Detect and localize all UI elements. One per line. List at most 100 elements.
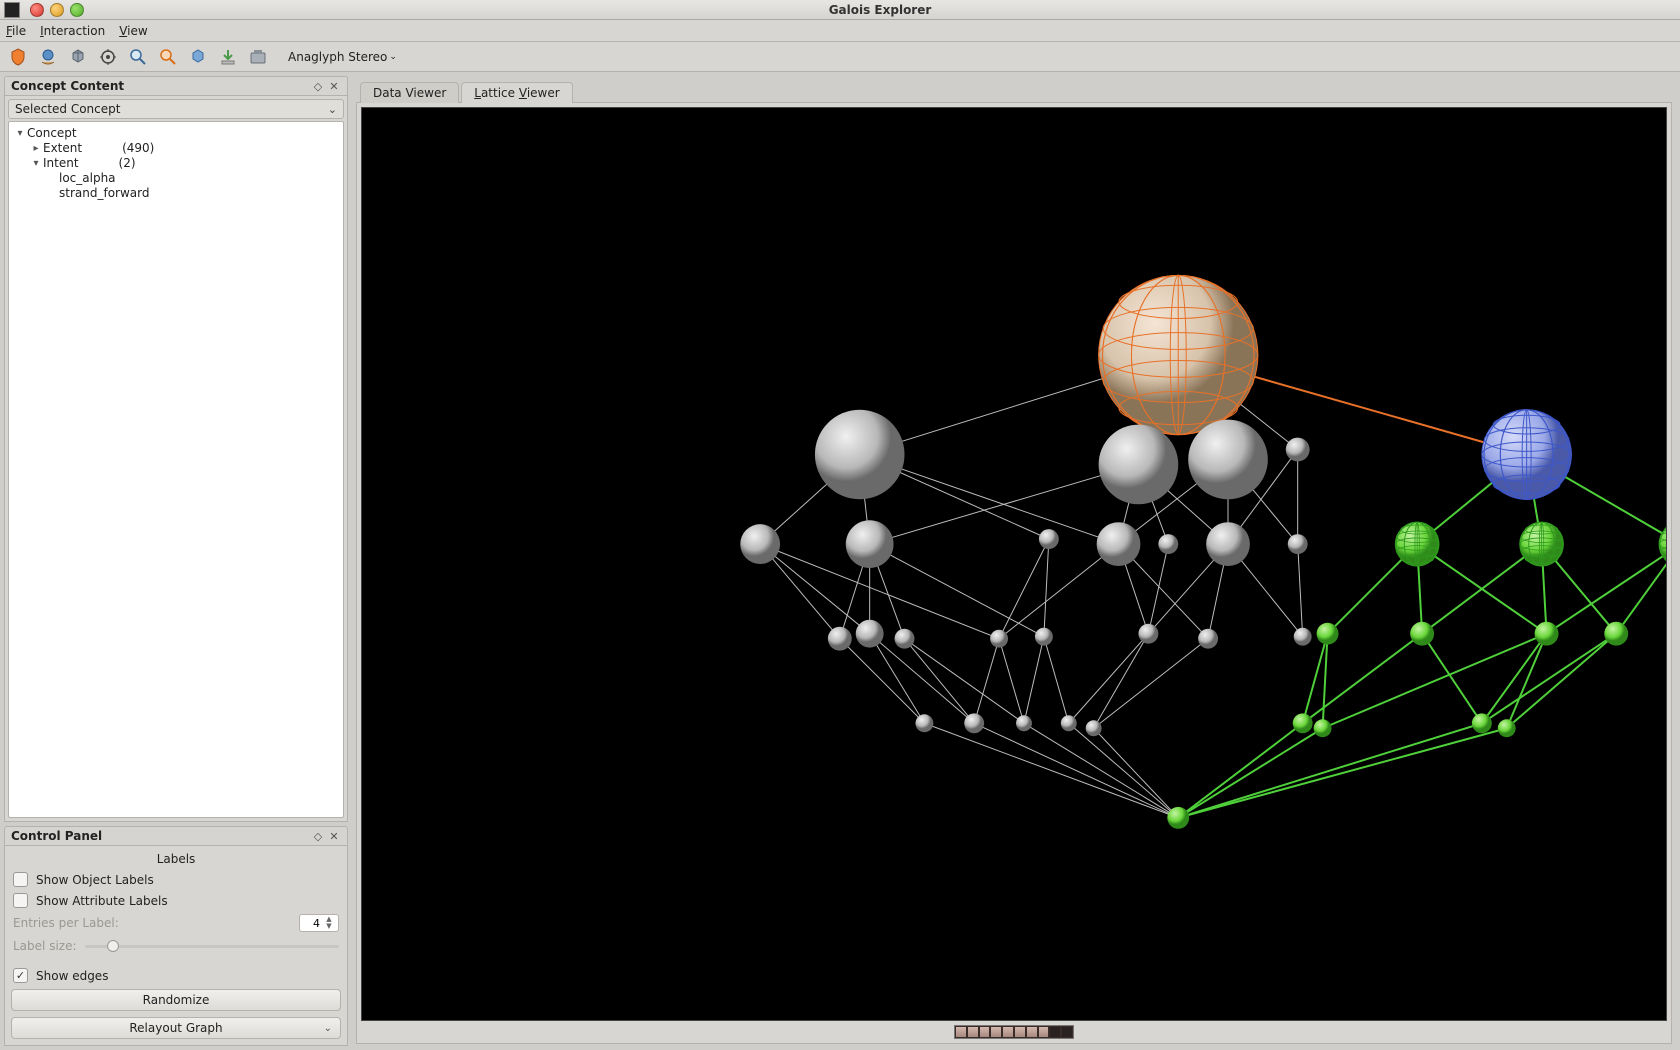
lattice-node[interactable] xyxy=(1395,522,1439,566)
lattice-node[interactable] xyxy=(1099,275,1258,434)
lattice-node[interactable] xyxy=(1035,628,1053,646)
lattice-node[interactable] xyxy=(1188,420,1268,500)
spinner-arrows-icon[interactable]: ▲▼ xyxy=(322,916,336,930)
lattice-node[interactable] xyxy=(1039,529,1059,549)
toolbar-download-icon[interactable] xyxy=(216,45,240,69)
chevron-down-icon: ⌄ xyxy=(389,52,397,62)
lattice-node[interactable] xyxy=(1498,719,1516,737)
tab-lattice-viewer[interactable]: Lattice Viewer xyxy=(461,82,572,103)
lattice-node[interactable] xyxy=(1293,713,1313,733)
lattice-node[interactable] xyxy=(1158,534,1178,554)
tree-toggle-icon[interactable]: ▾ xyxy=(29,156,43,171)
lattice-node[interactable] xyxy=(1482,410,1572,500)
lattice-node[interactable] xyxy=(990,630,1008,648)
tree-node-intent[interactable]: Intent xyxy=(43,156,79,171)
show-edges-checkbox[interactable] xyxy=(13,968,28,983)
lattice-node[interactable] xyxy=(1535,622,1559,646)
panel-undock-icon[interactable]: ◇ xyxy=(311,829,325,843)
lattice-node[interactable] xyxy=(1317,623,1339,645)
lattice-node[interactable] xyxy=(1472,713,1492,733)
panel-close-icon[interactable]: ✕ xyxy=(327,79,341,93)
randomize-button[interactable]: Randomize xyxy=(11,989,341,1011)
lattice-node[interactable] xyxy=(1086,720,1102,736)
app-icon xyxy=(4,2,20,18)
show-attribute-labels-label: Show Attribute Labels xyxy=(36,894,168,908)
menu-interaction[interactable]: Interaction xyxy=(40,24,105,38)
toolbar-magnifier-icon[interactable] xyxy=(126,45,150,69)
stereo-mode-dropdown[interactable]: Anaglyph Stereo ⌄ xyxy=(284,48,401,66)
show-edges-label: Show edges xyxy=(36,969,108,983)
tree-node-extent[interactable]: Extent xyxy=(43,141,82,156)
lattice-node[interactable] xyxy=(1099,425,1179,505)
show-object-labels-label: Show Object Labels xyxy=(36,873,154,887)
entries-per-label-label: Entries per Label: xyxy=(13,916,299,930)
lattice-viewport[interactable] xyxy=(361,107,1667,1021)
lattice-node[interactable] xyxy=(1097,522,1141,566)
lattice-node[interactable] xyxy=(895,629,915,649)
relayout-graph-button[interactable]: Relayout Graph ⌄ xyxy=(11,1017,341,1039)
show-attribute-labels-checkbox[interactable] xyxy=(13,893,28,908)
concept-content-header: Concept Content ◇ ✕ xyxy=(4,76,348,96)
toolbar-cube-blue-icon[interactable] xyxy=(186,45,210,69)
label-size-slider[interactable] xyxy=(85,938,340,954)
label-size-label: Label size: xyxy=(13,939,77,953)
toolbar-cube-stack-icon[interactable] xyxy=(66,45,90,69)
lattice-node[interactable] xyxy=(1167,807,1189,829)
entries-per-label-input[interactable] xyxy=(300,917,322,930)
lattice-node[interactable] xyxy=(1604,622,1628,646)
lattice-node[interactable] xyxy=(1286,438,1310,462)
tree-toggle-icon[interactable]: ▸ xyxy=(29,141,43,156)
viewer-tabbar: Data Viewer Lattice Viewer xyxy=(356,78,1672,102)
menubar: File Interaction View xyxy=(0,20,1680,42)
lattice-node[interactable] xyxy=(1659,522,1666,566)
lattice-node[interactable] xyxy=(740,524,780,564)
menu-file[interactable]: File xyxy=(6,24,26,38)
lattice-node[interactable] xyxy=(1294,628,1312,646)
lattice-node[interactable] xyxy=(815,410,905,500)
panel-undock-icon[interactable]: ◇ xyxy=(311,79,325,93)
lattice-node[interactable] xyxy=(1138,624,1158,644)
selected-concept-dropdown[interactable]: Selected Concept ⌄ xyxy=(8,99,344,119)
tab-data-viewer[interactable]: Data Viewer xyxy=(360,82,459,103)
lattice-node[interactable] xyxy=(1206,522,1250,566)
lattice-node[interactable] xyxy=(1288,534,1308,554)
entries-per-label-spinner[interactable]: ▲▼ xyxy=(299,914,339,932)
toolbar-globe-hand-icon[interactable] xyxy=(36,45,60,69)
progress-bar xyxy=(954,1025,1074,1039)
lattice-node[interactable] xyxy=(1314,719,1332,737)
lattice-node[interactable] xyxy=(828,627,852,651)
tree-leaf-loc-alpha[interactable]: loc_alpha xyxy=(59,171,116,186)
window-maximize-button[interactable] xyxy=(70,3,84,17)
chevron-down-icon: ⌄ xyxy=(328,103,337,116)
lattice-node[interactable] xyxy=(1520,522,1564,566)
lattice-node[interactable] xyxy=(1410,622,1434,646)
tree-node-concept[interactable]: Concept xyxy=(27,126,77,141)
toolbar-shield-icon[interactable] xyxy=(6,45,30,69)
lattice-node[interactable] xyxy=(915,714,933,732)
concept-tree[interactable]: ▾ Concept ▸ Extent (490) ▾ Intent (2) xyxy=(8,121,344,818)
show-object-labels-checkbox[interactable] xyxy=(13,872,28,887)
window-close-button[interactable] xyxy=(30,3,44,17)
lattice-node[interactable] xyxy=(964,713,984,733)
stereo-mode-label: Anaglyph Stereo xyxy=(288,50,387,64)
menu-view[interactable]: View xyxy=(119,24,147,38)
toolbar-folder-save-icon[interactable] xyxy=(246,45,270,69)
toolbar-target-icon[interactable] xyxy=(96,45,120,69)
window-title: Galois Explorer xyxy=(84,3,1676,17)
toolbar-magnifier-orange-icon[interactable] xyxy=(156,45,180,69)
window-titlebar: Galois Explorer xyxy=(0,0,1680,20)
lattice-node[interactable] xyxy=(856,620,884,648)
lattice-node[interactable] xyxy=(1198,629,1218,649)
control-panel-header: Control Panel ◇ ✕ xyxy=(4,826,348,846)
tree-toggle-icon[interactable]: ▾ xyxy=(13,126,27,141)
lattice-node[interactable] xyxy=(1061,715,1077,731)
tree-leaf-strand-forward[interactable]: strand_forward xyxy=(59,186,149,201)
slider-thumb[interactable] xyxy=(107,940,119,952)
toolbar: Anaglyph Stereo ⌄ xyxy=(0,42,1680,72)
panel-close-icon[interactable]: ✕ xyxy=(327,829,341,843)
lattice-node[interactable] xyxy=(1016,715,1032,731)
viewer-frame xyxy=(356,102,1672,1044)
tree-count-extent: (490) xyxy=(122,141,154,156)
window-minimize-button[interactable] xyxy=(50,3,64,17)
lattice-node[interactable] xyxy=(846,520,894,568)
